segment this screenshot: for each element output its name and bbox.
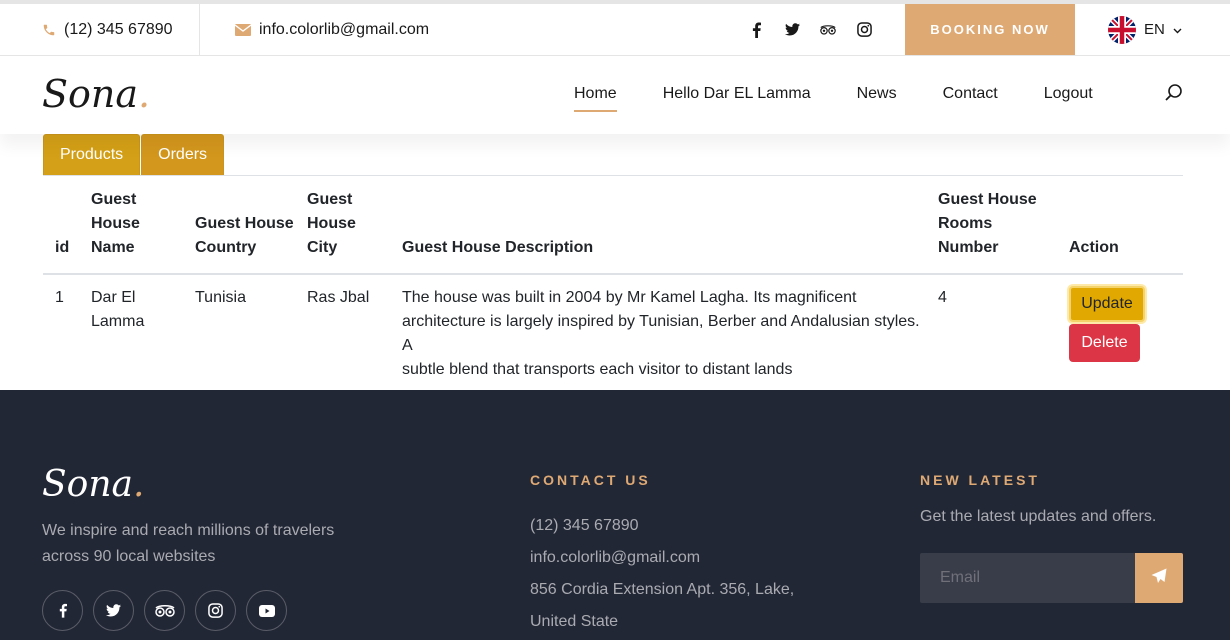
top-divider [199, 4, 200, 55]
footer-logo[interactable]: Sona. [42, 464, 144, 505]
send-icon [1151, 568, 1167, 589]
language-selector[interactable]: EN [1108, 4, 1182, 55]
header-action: Action [1069, 239, 1119, 256]
header-id: id [55, 239, 70, 256]
top-bar: (12) 345 67890 info.colorlib@gmail.com B… [0, 0, 1230, 56]
update-button[interactable]: Update [1069, 286, 1145, 322]
header-country: Guest House Country [195, 212, 294, 260]
top-email-text: info.colorlib@gmail.com [259, 20, 430, 38]
footer-social-links [42, 590, 287, 631]
language-label: EN [1144, 21, 1165, 38]
header-country-line: Country [195, 239, 257, 256]
header-rooms-line: Rooms [938, 215, 993, 232]
header-name-line: Guest [91, 191, 137, 208]
footer-tagline: We inspire and reach millions of travele… [42, 518, 342, 570]
top-phone-text: (12) 345 67890 [64, 20, 173, 38]
header-city: Guest House City [307, 188, 356, 260]
tripadvisor-icon[interactable] [820, 22, 836, 38]
cell-name: Dar El Lamma [91, 286, 144, 334]
top-email: info.colorlib@gmail.com [235, 4, 429, 55]
footer-logo-text: Sona [42, 464, 133, 505]
twitter-icon[interactable] [93, 590, 134, 631]
nav-news[interactable]: News [857, 85, 897, 106]
main-header: Sona. Home Hello Dar EL Lamma News Conta… [0, 56, 1230, 134]
footer-tagline-line: We inspire and reach millions of travele… [42, 522, 335, 539]
newsletter-text: Get the latest updates and offers. [920, 508, 1157, 525]
newsletter-submit-button[interactable] [1135, 553, 1183, 603]
footer-tagline-line: across 90 local websites [42, 548, 216, 565]
header-rooms: Guest House Rooms Number [938, 188, 1037, 260]
footer-logo-dot: . [132, 464, 145, 505]
facebook-icon[interactable] [42, 590, 83, 631]
envelope-icon [235, 23, 251, 36]
contact-heading: Contact Us [530, 472, 651, 488]
cell-description-line: architecture is largely inspired by Tuni… [402, 313, 920, 354]
admin-tabs: Products Orders [43, 134, 225, 176]
site-logo[interactable]: Sona. [42, 72, 150, 116]
newsletter-email-input[interactable]: Email [920, 553, 1136, 603]
cell-rooms: 4 [938, 289, 947, 306]
main-nav: Home Hello Dar EL Lamma News Contact Log… [574, 56, 1139, 134]
header-rooms-line: Guest House [938, 191, 1037, 208]
header-name-line: House [91, 215, 140, 232]
header-city-line: Guest [307, 191, 353, 208]
header-description: Guest House Description [402, 239, 594, 256]
instagram-icon[interactable] [195, 590, 236, 631]
logo-text: Sona [42, 72, 139, 116]
top-social-links [748, 4, 872, 55]
footer-contact-email: info.colorlib@gmail.com [530, 549, 701, 566]
cell-description-line: subtle blend that transports each visito… [402, 361, 793, 378]
cell-country: Tunisia [195, 289, 246, 306]
logo-dot: . [138, 72, 151, 116]
nav-user-greeting[interactable]: Hello Dar EL Lamma [663, 85, 811, 106]
top-phone: (12) 345 67890 [42, 4, 173, 55]
header-divider [43, 273, 1183, 275]
newsletter-heading: New Latest [920, 472, 1040, 488]
header-name: Guest House Name [91, 188, 140, 260]
header-country-line: Guest House [195, 215, 294, 232]
cell-name-line: Lamma [91, 313, 145, 330]
tripadvisor-icon[interactable] [144, 590, 185, 631]
youtube-icon[interactable] [246, 590, 287, 631]
cell-description: The house was built in 2004 by Mr Kamel … [402, 286, 922, 382]
booking-now-button[interactable]: Booking Now [905, 4, 1075, 55]
delete-button[interactable]: Delete [1069, 324, 1140, 362]
header-rooms-line: Number [938, 239, 999, 256]
cell-city: Ras Jbal [307, 289, 370, 306]
tab-orders[interactable]: Orders [141, 134, 225, 176]
instagram-icon[interactable] [856, 22, 872, 38]
uk-flag-icon [1108, 15, 1136, 44]
header-name-line: Name [91, 239, 135, 256]
search-icon[interactable] [1164, 83, 1184, 103]
tab-divider [43, 175, 1183, 176]
header-city-line: House [307, 215, 356, 232]
tab-products[interactable]: Products [43, 134, 141, 176]
footer-contact-phone: (12) 345 67890 [530, 517, 639, 534]
nav-contact[interactable]: Contact [943, 85, 998, 106]
phone-icon [42, 23, 56, 37]
header-city-line: City [307, 239, 338, 256]
cell-name-line: Dar El [91, 289, 136, 306]
cell-description-line: The house was built in 2004 by Mr Kamel … [402, 289, 857, 306]
facebook-icon[interactable] [748, 22, 764, 38]
site-footer: Sona. We inspire and reach millions of t… [0, 390, 1230, 640]
footer-contact-address: United State [530, 613, 619, 630]
twitter-icon[interactable] [784, 22, 800, 38]
footer-contact-address: 856 Cordia Extension Apt. 356, Lake, [530, 581, 795, 598]
chevron-down-icon [1173, 21, 1182, 38]
nav-home[interactable]: Home [574, 85, 617, 112]
cell-id: 1 [55, 289, 64, 306]
nav-logout[interactable]: Logout [1044, 85, 1093, 106]
footer-contact-list: (12) 345 67890 info.colorlib@gmail.com 8… [530, 510, 794, 638]
